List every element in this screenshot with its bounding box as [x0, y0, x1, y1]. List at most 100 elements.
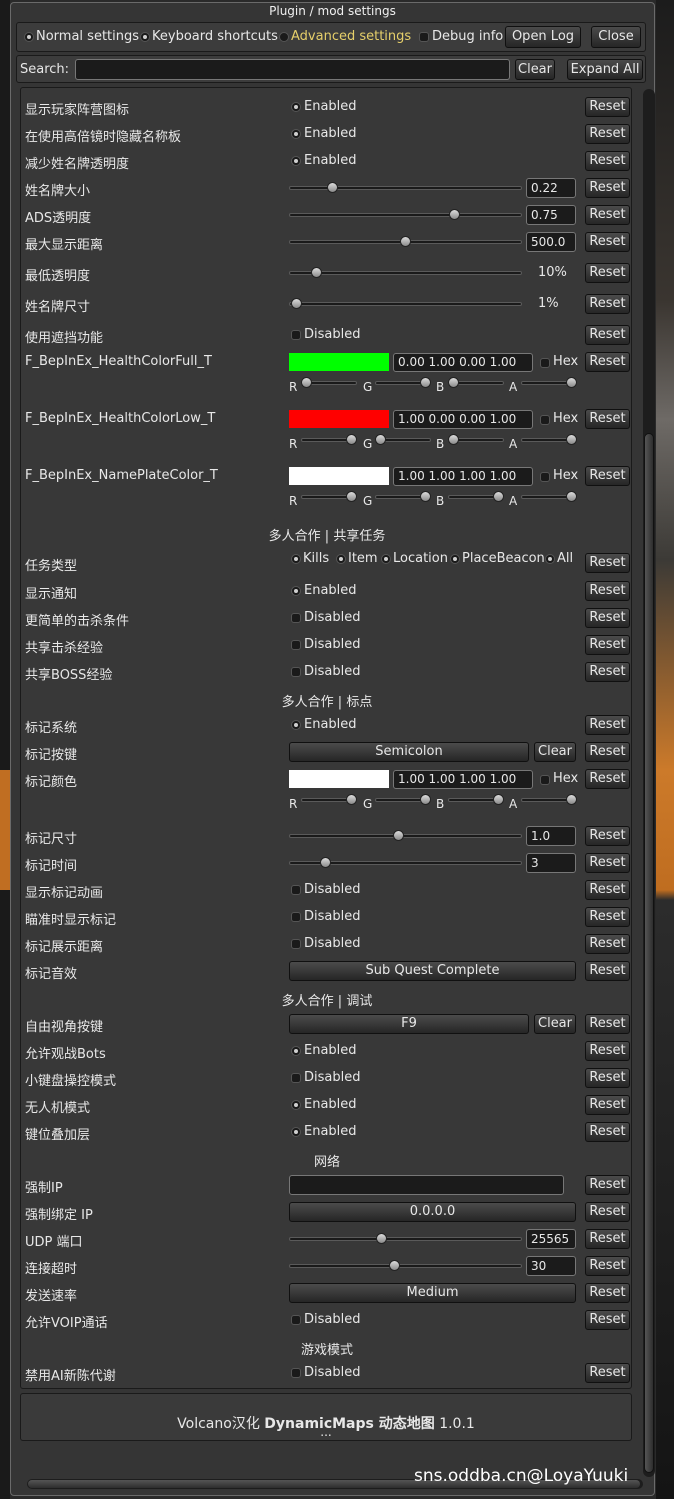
toggle-value[interactable]: Enabled [304, 1043, 357, 1058]
toggle-value[interactable]: Enabled [304, 153, 357, 168]
toggle-value[interactable]: Enabled [304, 1124, 357, 1139]
reset-button[interactable]: Reset [585, 742, 630, 762]
tab-keyboard-shortcuts[interactable]: Keyboard shortcuts [152, 29, 278, 44]
toggle-value[interactable]: Enabled [304, 1097, 357, 1112]
quest-type-option[interactable]: All [557, 551, 573, 566]
channel-slider-thumb[interactable] [346, 794, 357, 805]
slider-value-input[interactable]: 0.22 [526, 178, 576, 198]
reset-button[interactable]: Reset [585, 466, 630, 486]
color-swatch[interactable] [289, 410, 389, 428]
toggle-value[interactable]: Disabled [304, 610, 360, 625]
channel-slider-thumb[interactable] [566, 491, 577, 502]
channel-slider-thumb[interactable] [420, 794, 431, 805]
key-bind-button[interactable]: Semicolon [289, 742, 529, 762]
color-value-input[interactable]: 1.00 1.00 1.00 1.00 [393, 770, 533, 789]
color-value-input[interactable]: 0.00 1.00 0.00 1.00 [393, 353, 533, 372]
channel-slider-thumb[interactable] [566, 434, 577, 445]
reset-button[interactable]: Reset [585, 205, 630, 225]
reset-button[interactable]: Reset [585, 1202, 630, 1222]
slider-thumb[interactable] [311, 267, 322, 278]
dropdown-button[interactable]: Medium [289, 1283, 576, 1303]
channel-slider-thumb[interactable] [420, 377, 431, 388]
close-button[interactable]: Close [591, 26, 641, 48]
reset-button[interactable]: Reset [585, 178, 630, 198]
reset-button[interactable]: Reset [585, 1283, 630, 1303]
reset-button[interactable]: Reset [585, 1095, 630, 1115]
hex-checkbox-icon[interactable] [540, 775, 550, 785]
toggle-value[interactable]: Disabled [304, 1365, 360, 1380]
slider-value-input[interactable]: 0.75 [526, 205, 576, 225]
channel-slider-thumb[interactable] [301, 377, 312, 388]
reset-button[interactable]: Reset [585, 769, 630, 789]
slider-track[interactable] [289, 186, 522, 190]
reset-button[interactable]: Reset [585, 263, 630, 283]
reset-button[interactable]: Reset [585, 1068, 630, 1088]
search-clear-button[interactable]: Clear [515, 59, 555, 80]
tab-normal-settings[interactable]: Normal settings [36, 29, 139, 44]
reset-button[interactable]: Reset [585, 553, 630, 573]
dropdown-button[interactable]: Sub Quest Complete [289, 961, 576, 981]
color-swatch[interactable] [289, 467, 389, 485]
reset-button[interactable]: Reset [585, 662, 630, 682]
channel-slider-thumb[interactable] [375, 434, 386, 445]
reset-button[interactable]: Reset [585, 1122, 630, 1142]
hex-checkbox-icon[interactable] [540, 358, 550, 368]
slider-thumb[interactable] [327, 182, 338, 193]
search-input[interactable] [75, 59, 510, 80]
slider-track[interactable] [289, 271, 522, 275]
toggle-value[interactable]: Disabled [304, 1312, 360, 1327]
reset-button[interactable]: Reset [585, 1041, 630, 1061]
channel-slider-thumb[interactable] [346, 491, 357, 502]
reset-button[interactable]: Reset [585, 325, 630, 345]
slider-track[interactable] [289, 213, 522, 217]
hex-checkbox-icon[interactable] [540, 415, 550, 425]
slider-value-input[interactable]: 30 [526, 1256, 576, 1276]
channel-slider-thumb[interactable] [420, 491, 431, 502]
reset-button[interactable]: Reset [585, 352, 630, 372]
slider-value-input[interactable]: 3 [526, 853, 576, 873]
vertical-scrollbar[interactable] [643, 89, 655, 1477]
slider-value-input[interactable]: 500.0 [526, 232, 576, 252]
reset-button[interactable]: Reset [585, 1310, 630, 1330]
reset-button[interactable]: Reset [585, 294, 630, 314]
channel-slider-thumb[interactable] [493, 794, 504, 805]
slider-thumb[interactable] [393, 830, 404, 841]
key-bind-button[interactable]: F9 [289, 1014, 529, 1034]
slider-track[interactable] [289, 302, 522, 306]
reset-button[interactable]: Reset [585, 1014, 630, 1034]
channel-slider-thumb[interactable] [448, 377, 459, 388]
vertical-scroll-thumb[interactable] [644, 433, 654, 1473]
reset-button[interactable]: Reset [585, 608, 630, 628]
slider-track[interactable] [289, 1237, 522, 1241]
reset-button[interactable]: Reset [585, 151, 630, 171]
slider-thumb[interactable] [449, 209, 460, 220]
channel-slider-thumb[interactable] [566, 794, 577, 805]
toggle-value[interactable]: Disabled [304, 1070, 360, 1085]
open-log-button[interactable]: Open Log [505, 26, 581, 48]
reset-button[interactable]: Reset [585, 635, 630, 655]
key-clear-button[interactable]: Clear [534, 742, 576, 762]
dropdown-button[interactable]: 0.0.0.0 [289, 1202, 576, 1222]
quest-type-option[interactable]: PlaceBeacon [462, 551, 545, 566]
toggle-value[interactable]: Enabled [304, 126, 357, 141]
reset-button[interactable]: Reset [585, 853, 630, 873]
reset-button[interactable]: Reset [585, 715, 630, 735]
text-input[interactable] [289, 1175, 564, 1195]
reset-button[interactable]: Reset [585, 907, 630, 927]
toggle-value[interactable]: Enabled [304, 583, 357, 598]
reset-button[interactable]: Reset [585, 880, 630, 900]
color-value-input[interactable]: 1.00 0.00 0.00 1.00 [393, 410, 533, 429]
reset-button[interactable]: Reset [585, 581, 630, 601]
slider-value-input[interactable]: 1.0 [526, 826, 576, 846]
slider-thumb[interactable] [389, 1260, 400, 1271]
quest-type-option[interactable]: Item [348, 551, 378, 566]
toggle-value[interactable]: Disabled [304, 882, 360, 897]
reset-button[interactable]: Reset [585, 409, 630, 429]
hex-checkbox-icon[interactable] [540, 472, 550, 482]
toggle-value[interactable]: Disabled [304, 936, 360, 951]
color-value-input[interactable]: 1.00 1.00 1.00 1.00 [393, 467, 533, 486]
toggle-value[interactable]: Disabled [304, 327, 360, 342]
key-clear-button[interactable]: Clear [534, 1014, 576, 1034]
toggle-value[interactable]: Enabled [304, 717, 357, 732]
channel-slider-thumb[interactable] [346, 434, 357, 445]
